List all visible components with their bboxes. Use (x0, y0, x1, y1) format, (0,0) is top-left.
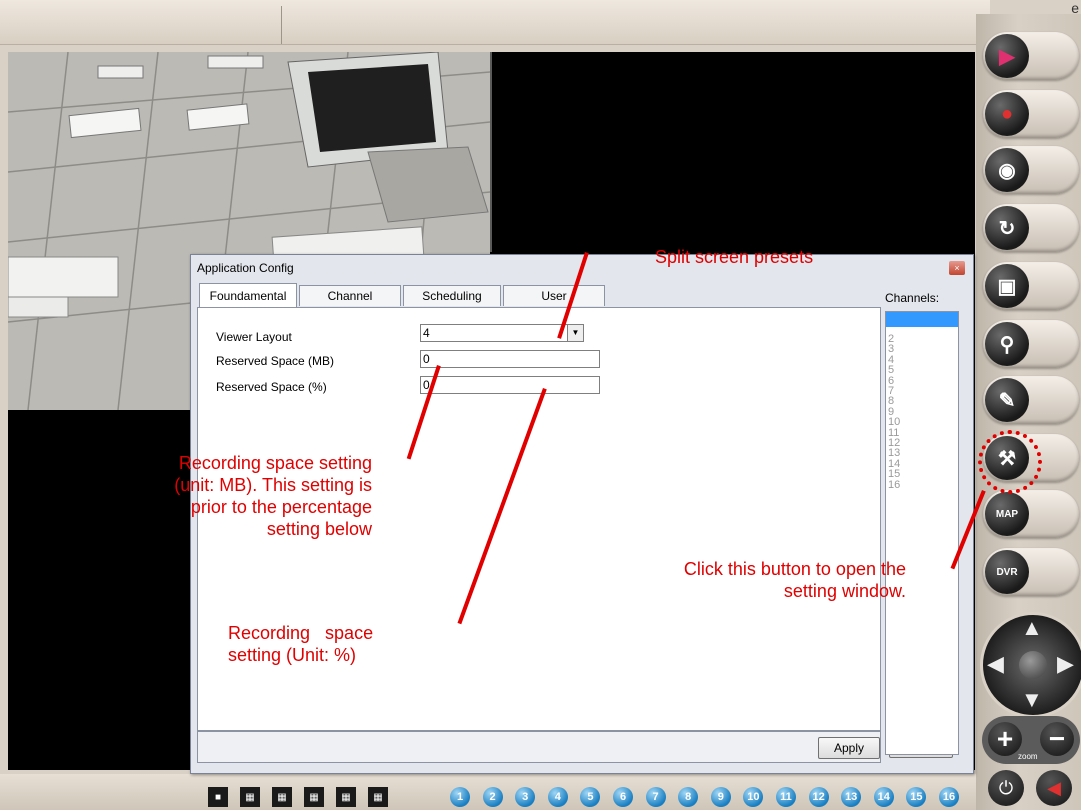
fullscreen-button[interactable]: ▣ (983, 262, 1079, 310)
ptz-right-icon[interactable]: ▶ (1057, 653, 1074, 675)
channel-16-button[interactable]: 16 (939, 787, 959, 807)
record-icon: ● (985, 92, 1029, 136)
annotation-recording-mb-line4: setting below (266, 519, 372, 539)
rotate-button[interactable]: ↻ (983, 204, 1079, 252)
channel-7-button[interactable]: 7 (645, 787, 666, 807)
annotation-recording-pct: Recording space setting (Unit: %) (228, 622, 373, 666)
annotation-recording-mb: Recording space setting (unit: MB). This… (100, 452, 372, 540)
reserved-pct-label: Reserved Space (%) (216, 380, 327, 394)
tab-channel[interactable]: Channel (299, 285, 401, 306)
edit-button[interactable]: ✎ (983, 376, 1079, 424)
channels-header: Channels: (885, 291, 940, 305)
ptz-dpad[interactable]: ▲ ▼ ◀ ▶ (980, 612, 1081, 718)
annotation-split-presets: Split screen presets (655, 247, 814, 267)
lock-button[interactable]: ⚲ (983, 320, 1079, 368)
ptz-center-button[interactable] (1019, 651, 1047, 679)
zoom-in-button[interactable]: + (988, 722, 1022, 756)
zoom-label: zoom (1018, 752, 1038, 761)
channel-2-button[interactable]: 2 (482, 787, 503, 807)
viewer-layout-value: 4 (423, 326, 430, 340)
reserved-mb-label: Reserved Space (MB) (216, 354, 335, 368)
annotation-click-line2: setting window. (783, 581, 906, 601)
dialog-button-strip: Apply (197, 731, 881, 763)
annotation-recording-mb-line1: Recording space setting (178, 453, 372, 473)
channel-4-button[interactable]: 4 (547, 787, 568, 807)
split-layout-1-icon[interactable]: ■ (208, 787, 228, 807)
dialog-title: Application Config (197, 261, 294, 275)
map-button[interactable]: MAP (983, 490, 1079, 538)
split-layout-6-icon[interactable]: ▦ (368, 787, 388, 807)
tab-user[interactable]: User (503, 285, 605, 306)
annotation-click-line1: Click this button to open the (683, 559, 906, 579)
snapshot-button[interactable]: ◉ (983, 146, 1079, 194)
channel-6-button[interactable]: 6 (613, 787, 633, 807)
chevron-down-icon[interactable]: ▼ (567, 325, 583, 341)
apply-button[interactable]: Apply (818, 737, 880, 759)
close-icon[interactable]: × (949, 261, 965, 275)
viewer-layout-label: Viewer Layout (216, 330, 292, 344)
tab-scheduling[interactable]: Scheduling (403, 285, 501, 306)
channel-1-button[interactable]: 1 (450, 787, 470, 807)
map-icon: MAP (985, 492, 1029, 536)
dvr-icon: DVR (985, 550, 1029, 594)
annotation-recording-mb-line3: prior to the percentage (190, 497, 372, 517)
camera-divider (490, 52, 492, 252)
channels-list[interactable]: 2 3 4 5 6 7 8 9 10 11 12 13 14 15 16 (885, 311, 959, 755)
reserved-mb-input[interactable]: 0 (420, 350, 600, 368)
channel-14-button[interactable]: 14 (873, 787, 894, 807)
play-button[interactable]: ▶ (983, 32, 1079, 80)
split-layout-3-icon[interactable]: ▦ (272, 787, 292, 807)
annotation-recording-pct-line2: setting (Unit: %) (228, 645, 357, 665)
lock-icon: ⚲ (985, 322, 1029, 366)
top-bar (0, 0, 990, 45)
annotation-recording-pct-line1: Recording space (228, 623, 374, 643)
channel-11-button[interactable]: 11 (776, 787, 796, 807)
annotation-recording-mb-line2: (unit: MB). This setting is (174, 475, 372, 495)
rotate-icon: ↻ (985, 206, 1029, 250)
record-button[interactable]: ● (983, 90, 1079, 138)
split-layout-5-icon[interactable]: ▦ (336, 787, 356, 807)
snapshot-icon: ◉ (985, 148, 1029, 192)
top-bar-separator (281, 6, 282, 44)
split-layout-4-icon[interactable]: ▦ (304, 787, 324, 807)
fullscreen-icon: ▣ (985, 264, 1029, 308)
channel-selected-row[interactable] (886, 312, 958, 327)
ptz-up-icon[interactable]: ▲ (1021, 617, 1043, 639)
mute-button[interactable]: ◀ (1036, 770, 1072, 806)
zoom-out-button[interactable]: − (1040, 722, 1074, 756)
split-layout-2-icon[interactable]: ▦ (240, 787, 260, 807)
channel-list-item[interactable]: 16 (888, 479, 900, 491)
dvr-button[interactable]: DVR (983, 548, 1079, 596)
channel-12-button[interactable]: 12 (808, 787, 829, 807)
ptz-left-icon[interactable]: ◀ (987, 653, 1004, 675)
play-icon: ▶ (985, 34, 1029, 78)
reserved-pct-input[interactable]: 0 (420, 376, 600, 394)
highlight-ring (978, 430, 1042, 494)
power-button[interactable]: ⏻ (988, 770, 1024, 806)
edit-icon: ✎ (985, 378, 1029, 422)
ptz-down-icon[interactable]: ▼ (1021, 689, 1043, 711)
channel-9-button[interactable]: 9 (710, 787, 731, 807)
annotation-click-button: Click this button to open the setting wi… (600, 558, 906, 602)
tab-foundamental[interactable]: Foundamental (199, 283, 297, 308)
